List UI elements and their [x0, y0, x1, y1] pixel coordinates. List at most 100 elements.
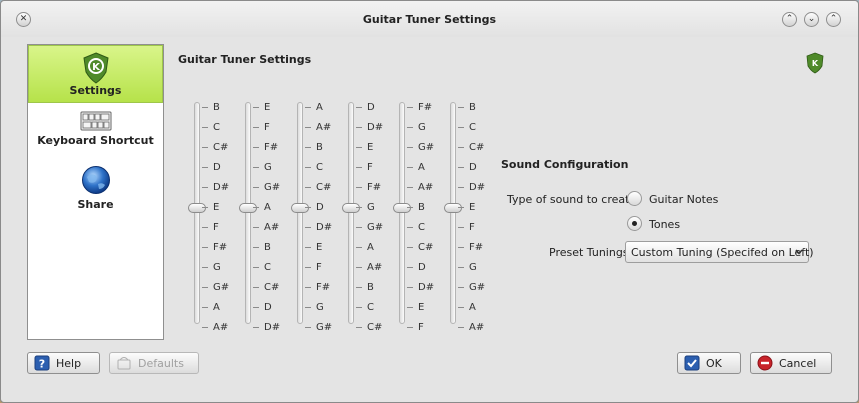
tick-mark — [458, 206, 464, 208]
note-label: B — [458, 102, 476, 114]
tick-mark — [305, 246, 311, 248]
tones-radio[interactable] — [627, 216, 642, 231]
note-text: F — [367, 162, 373, 173]
slider-track[interactable] — [194, 102, 200, 324]
tick-mark — [253, 166, 259, 168]
note-text: G# — [418, 142, 435, 153]
window-title: Guitar Tuner Settings — [362, 13, 497, 26]
help-icon: ? — [34, 355, 50, 371]
preset-tunings-select[interactable]: Custom Tuning (Specifed on Left) — [625, 241, 814, 263]
tick-mark — [202, 206, 208, 208]
tick-mark — [356, 306, 362, 308]
string-slider-1[interactable]: B C C# D D# E F F# G G# A A# — [188, 102, 240, 333]
note-label: D — [253, 302, 272, 314]
note-text: C# — [367, 322, 383, 333]
note-label: D — [458, 162, 477, 174]
note-label: A — [356, 242, 374, 254]
note-text: A# — [316, 122, 332, 133]
note-text: A — [418, 162, 425, 173]
slider-track[interactable] — [450, 102, 456, 324]
tick-mark — [356, 326, 362, 328]
slider-track[interactable] — [399, 102, 405, 324]
settings-dialog: ✕ Guitar Tuner Settings ⌃ ⌄ ⌃ K Settings… — [0, 0, 859, 403]
tick-mark — [407, 326, 413, 328]
note-text: A — [367, 242, 374, 253]
tick-mark — [458, 266, 464, 268]
note-text: B — [213, 102, 220, 113]
note-label: A — [305, 102, 323, 114]
note-text: G — [418, 122, 426, 133]
note-label: F# — [356, 182, 381, 194]
note-text: F# — [367, 182, 382, 193]
kde-logo-icon: K — [806, 52, 824, 74]
slider-track[interactable] — [297, 102, 303, 324]
tick-mark — [407, 206, 413, 208]
sidebar-item-share[interactable]: Share — [28, 165, 163, 215]
sidebar-item-label: Share — [77, 198, 114, 211]
ok-button[interactable]: OK — [677, 352, 741, 374]
tick-mark — [407, 166, 413, 168]
note-text: E — [316, 242, 323, 253]
tick-mark — [202, 226, 208, 228]
svg-text:K: K — [92, 62, 101, 73]
note-label: A — [202, 302, 220, 314]
title-bar[interactable]: ✕ Guitar Tuner Settings ⌃ ⌄ ⌃ — [1, 1, 858, 37]
note-label: B — [305, 142, 323, 154]
minimize-icon[interactable]: ⌄ — [804, 12, 819, 27]
note-text: B — [469, 102, 476, 113]
tick-mark — [305, 126, 311, 128]
note-text: G — [367, 202, 375, 213]
note-text: C# — [316, 182, 332, 193]
note-text: D# — [418, 282, 435, 293]
cancel-button[interactable]: Cancel — [750, 352, 832, 374]
keep-above-icon[interactable]: ⌃ — [782, 12, 797, 27]
string-slider-3[interactable]: A A# B C C# D D# E F F# G G# — [291, 102, 343, 333]
note-text: G — [213, 262, 221, 273]
string-slider-4[interactable]: D D# E F F# G G# A A# B C C# — [342, 102, 394, 333]
sidebar-item-settings[interactable]: K Settings — [28, 45, 163, 103]
note-text: A — [213, 302, 220, 313]
note-label: G — [253, 162, 272, 174]
note-text: C — [264, 262, 271, 273]
note-text: A# — [264, 222, 280, 233]
cancel-icon — [757, 355, 773, 371]
tick-mark — [407, 126, 413, 128]
tick-mark — [202, 326, 208, 328]
note-label: A# — [356, 262, 382, 274]
tick-mark — [305, 286, 311, 288]
note-text: D# — [316, 222, 333, 233]
string-slider-2[interactable]: E F F# G G# A A# B C C# D D# — [239, 102, 291, 333]
tick-mark — [253, 126, 259, 128]
tick-mark — [253, 306, 259, 308]
sound-type-label: Type of sound to create — [507, 193, 637, 206]
string-slider-5[interactable]: F# G G# A A# B C C# D D# E F — [393, 102, 445, 333]
note-label: D — [305, 202, 324, 214]
note-label: A# — [407, 182, 433, 194]
guitar-notes-radio[interactable] — [627, 191, 642, 206]
note-text: D# — [264, 322, 281, 333]
note-text: C — [418, 222, 425, 233]
note-label: D# — [356, 122, 383, 134]
tick-mark — [202, 306, 208, 308]
tick-mark — [305, 306, 311, 308]
string-slider-6[interactable]: B C C# D D# E F F# G G# A A# — [444, 102, 496, 333]
slider-track[interactable] — [348, 102, 354, 324]
note-text: D — [418, 262, 426, 273]
note-label: G# — [253, 182, 280, 194]
tick-mark — [202, 286, 208, 288]
help-button[interactable]: ? Help — [27, 352, 100, 374]
guitar-notes-label[interactable]: Guitar Notes — [649, 193, 718, 206]
tick-mark — [407, 106, 413, 108]
note-text: D — [264, 302, 272, 313]
tones-label[interactable]: Tones — [649, 218, 680, 231]
sidebar-item-keyboard-shortcut[interactable]: Keyboard Shortcut — [28, 111, 163, 157]
defaults-button[interactable]: Defaults — [109, 352, 199, 374]
note-label: D# — [253, 322, 280, 334]
slider-track[interactable] — [245, 102, 251, 324]
note-label: D — [356, 102, 375, 114]
tick-mark — [356, 186, 362, 188]
globe-icon — [81, 166, 110, 194]
note-label: E — [407, 302, 424, 314]
maximize-icon[interactable]: ⌃ — [826, 12, 841, 27]
note-label: F — [356, 162, 373, 174]
